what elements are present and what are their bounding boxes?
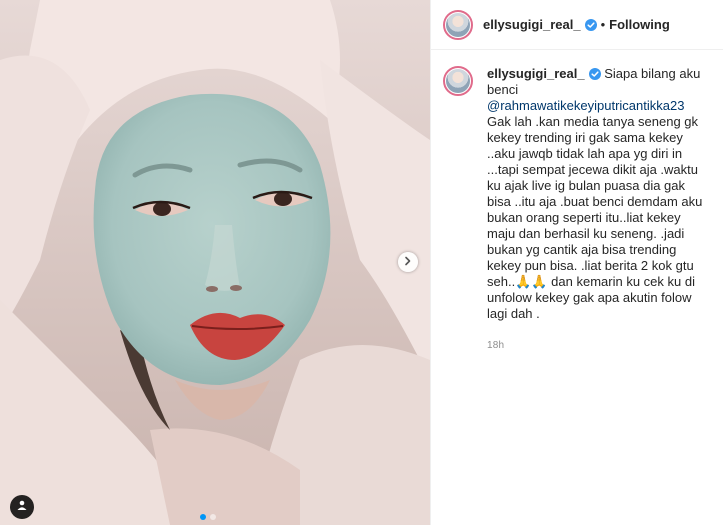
user-tag-icon (16, 498, 28, 516)
post-photo (0, 0, 430, 525)
carousel-indicator (200, 514, 216, 520)
carousel-dot (210, 514, 216, 520)
carousel-dot-active (200, 514, 206, 520)
header-username[interactable]: ellysugigi_real_ (483, 17, 581, 32)
caption-mention-link[interactable]: @rahmawatikekeyiputricantikka23 (487, 98, 684, 113)
following-button[interactable]: Following (609, 17, 670, 32)
caption-avatar[interactable] (443, 66, 473, 96)
avatar-image (446, 69, 470, 93)
post-timestamp[interactable]: 18h (487, 338, 711, 354)
post-header: ellysugigi_real_ • Following (431, 0, 723, 50)
caption-body: Gak lah .kan media tanya seneng gk kekey… (487, 114, 703, 321)
header-separator: • (600, 17, 606, 32)
verified-badge-icon (588, 68, 601, 80)
avatar[interactable] (443, 9, 473, 40)
chevron-right-icon (403, 253, 413, 271)
caption-content: ellysugigi_real_ Siapa bilang aku benci … (487, 66, 711, 354)
post-side-panel: ellysugigi_real_ • Following ellysugigi_… (430, 0, 723, 525)
verified-badge-icon (584, 18, 597, 31)
caption-comment: ellysugigi_real_ Siapa bilang aku benci … (431, 50, 723, 354)
caption-username[interactable]: ellysugigi_real_ (487, 66, 585, 81)
carousel-next-button[interactable] (398, 252, 418, 272)
tagged-users-button[interactable] (10, 495, 34, 519)
instagram-post: ellysugigi_real_ • Following ellysugigi_… (0, 0, 723, 525)
avatar-image (446, 12, 470, 37)
post-media[interactable] (0, 0, 430, 525)
